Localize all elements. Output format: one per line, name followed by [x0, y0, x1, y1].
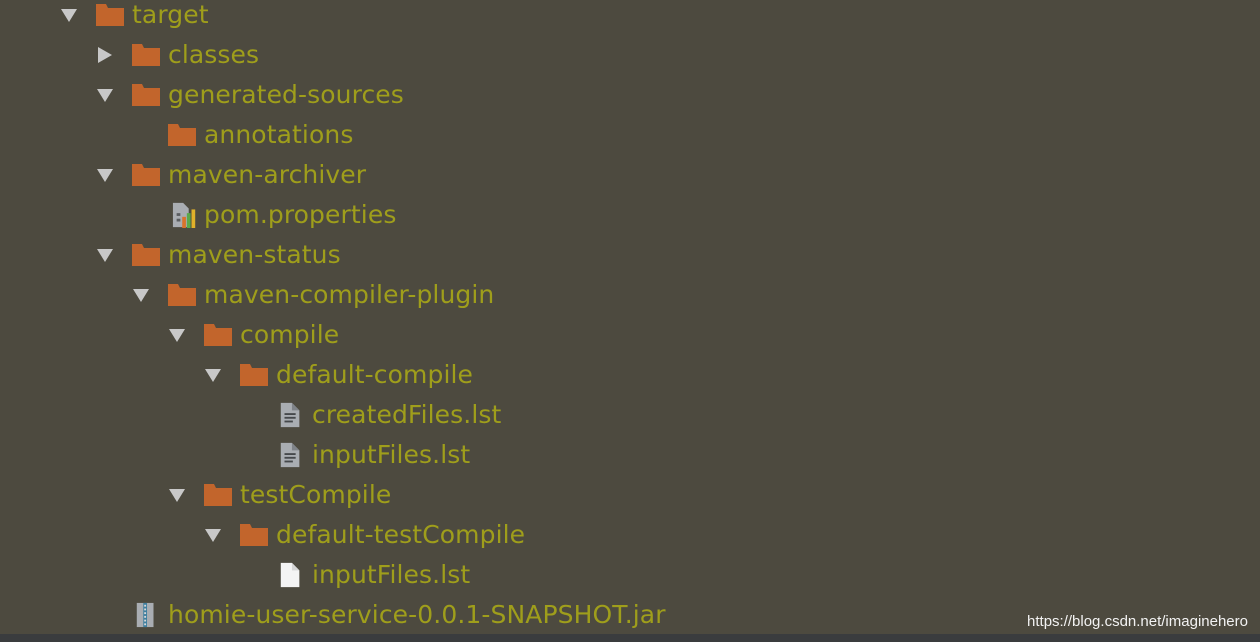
folder-icon — [132, 164, 160, 186]
tree-row-target[interactable]: target — [0, 0, 1260, 40]
folder-icon — [132, 84, 160, 106]
expanded-arrow-icon[interactable] — [168, 486, 186, 504]
expanded-arrow-icon[interactable] — [96, 166, 114, 184]
expanded-arrow-icon[interactable] — [132, 286, 150, 304]
watermark-url: https://blog.csdn.net/imaginehero — [1027, 613, 1248, 630]
folder-icon — [132, 244, 160, 266]
folder-icon — [132, 44, 160, 66]
tree-row-inputfiles-lst-test[interactable]: inputFiles.lst — [0, 560, 1260, 600]
tree-item-label: createdFiles.lst — [312, 400, 502, 429]
tree-item-label: default-testCompile — [276, 520, 526, 549]
tree-row-inputfiles-lst[interactable]: inputFiles.lst — [0, 440, 1260, 480]
tree-item-label: pom.properties — [204, 200, 397, 229]
tree-row-maven-status[interactable]: maven-status — [0, 240, 1260, 280]
tree-row-pom-properties[interactable]: pom.properties — [0, 200, 1260, 240]
tree-row-default-testcompile[interactable]: default-testCompile — [0, 520, 1260, 560]
tree-row-maven-compiler-plugin[interactable]: maven-compiler-plugin — [0, 280, 1260, 320]
tree-item-label: classes — [168, 40, 260, 69]
folder-icon — [168, 124, 196, 146]
expanded-arrow-icon[interactable] — [96, 86, 114, 104]
tree-item-label: compile — [240, 320, 340, 349]
expanded-arrow-icon[interactable] — [60, 6, 78, 24]
tree-item-label: default-compile — [276, 360, 474, 389]
tree-row-compile[interactable]: compile — [0, 320, 1260, 360]
expanded-arrow-icon[interactable] — [168, 326, 186, 344]
folder-icon — [168, 284, 196, 306]
bottom-edge-bar — [0, 634, 1260, 642]
tree-item-label: testCompile — [240, 480, 392, 509]
tree-item-label: homie-user-service-0.0.1-SNAPSHOT.jar — [168, 600, 666, 629]
folder-icon — [204, 324, 232, 346]
project-tree: target classes generated-sources annotat… — [0, 0, 1260, 634]
tree-item-label: annotations — [204, 120, 354, 149]
text-file-icon — [280, 402, 300, 428]
blank-file-icon — [280, 562, 300, 588]
expanded-arrow-icon[interactable] — [96, 246, 114, 264]
folder-icon — [96, 4, 124, 26]
tree-item-label: inputFiles.lst — [312, 440, 471, 469]
tree-row-default-compile[interactable]: default-compile — [0, 360, 1260, 400]
tree-row-createdfiles-lst[interactable]: createdFiles.lst — [0, 400, 1260, 440]
tree-item-label: maven-compiler-plugin — [204, 280, 495, 309]
tree-row-generated-sources[interactable]: generated-sources — [0, 80, 1260, 120]
tree-row-maven-archiver[interactable]: maven-archiver — [0, 160, 1260, 200]
tree-item-label: target — [132, 0, 209, 29]
folder-icon — [240, 364, 268, 386]
expanded-arrow-icon[interactable] — [204, 526, 222, 544]
tree-item-label: inputFiles.lst — [312, 560, 471, 589]
tree-row-classes[interactable]: classes — [0, 40, 1260, 80]
text-file-icon — [280, 442, 300, 468]
expanded-arrow-icon[interactable] — [204, 366, 222, 384]
folder-icon — [240, 524, 268, 546]
tree-item-label: maven-archiver — [168, 160, 367, 189]
jar-archive-icon — [136, 602, 154, 628]
tree-item-label: maven-status — [168, 240, 341, 269]
properties-file-icon — [172, 202, 196, 228]
collapsed-arrow-icon[interactable] — [96, 46, 114, 64]
tree-row-annotations[interactable]: annotations — [0, 120, 1260, 160]
tree-item-label: generated-sources — [168, 80, 404, 109]
tree-row-testcompile[interactable]: testCompile — [0, 480, 1260, 520]
folder-icon — [204, 484, 232, 506]
